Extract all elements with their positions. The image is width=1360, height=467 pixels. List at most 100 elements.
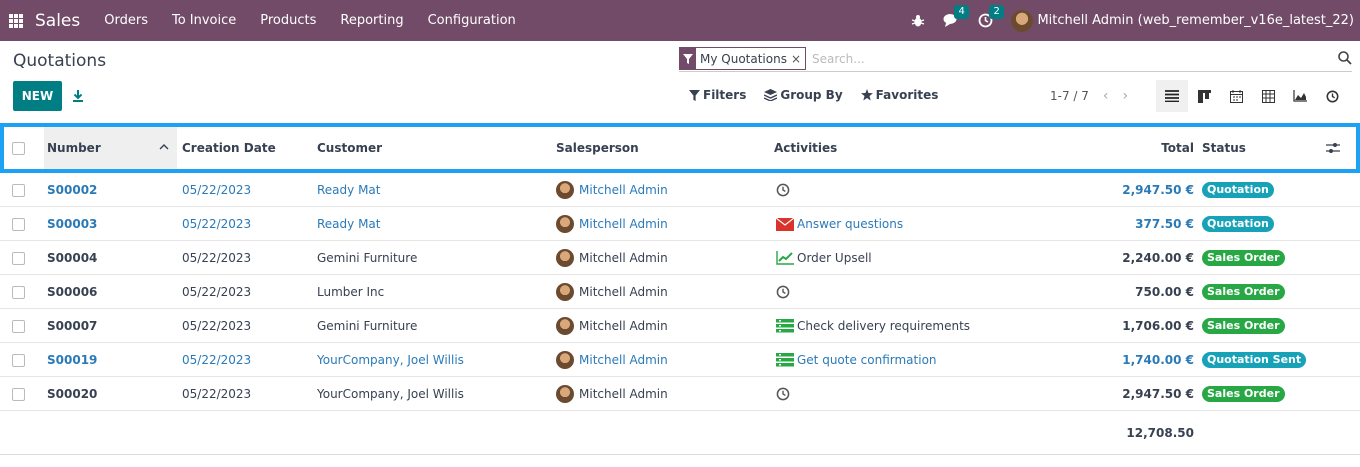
chart-line-icon[interactable] xyxy=(776,251,794,265)
status-badge: Sales Order xyxy=(1202,284,1285,300)
graph-view-button[interactable] xyxy=(1284,80,1316,112)
menu-reporting[interactable]: Reporting xyxy=(340,13,403,28)
activity-label: Order Upsell xyxy=(797,251,872,265)
row-checkbox[interactable] xyxy=(12,173,25,207)
salesperson-name: Mitchell Admin xyxy=(579,353,668,367)
new-button[interactable]: NEW xyxy=(13,81,62,111)
groupby-button[interactable]: Group By xyxy=(764,88,843,102)
clock-icon[interactable] xyxy=(776,387,790,401)
download-icon[interactable] xyxy=(70,88,86,104)
salesperson-name: Mitchell Admin xyxy=(579,251,668,265)
cell-activity[interactable]: Order Upsell xyxy=(776,241,872,275)
cell-activity[interactable]: Get quote confirmation xyxy=(776,343,937,377)
header-total[interactable]: Total xyxy=(1004,127,1194,169)
activity-view-button[interactable] xyxy=(1316,80,1348,112)
search-icon[interactable] xyxy=(1338,51,1352,69)
menu-configuration[interactable]: Configuration xyxy=(428,13,516,28)
table-row[interactable]: S00020 05/22/2023 YourCompany, Joel Willis… xyxy=(0,377,1360,411)
cell-status: Sales Order xyxy=(1202,309,1285,343)
row-checkbox[interactable] xyxy=(12,207,25,241)
list-view-button[interactable] xyxy=(1156,80,1188,112)
search-facet[interactable]: My Quotations × xyxy=(679,47,807,70)
clock-icon[interactable] xyxy=(776,183,790,197)
select-all-checkbox[interactable] xyxy=(12,127,25,169)
cell-number: S00020 xyxy=(47,387,98,401)
cell-date: 05/22/2023 xyxy=(182,217,252,231)
pivot-view-button[interactable] xyxy=(1252,80,1284,112)
row-checkbox[interactable] xyxy=(12,241,25,275)
row-checkbox[interactable] xyxy=(12,275,25,309)
facet-label: My Quotations xyxy=(700,51,787,66)
cell-total: 377.50 € xyxy=(1135,217,1194,231)
activities-icon[interactable]: 2 xyxy=(978,5,1004,28)
chevron-left-icon[interactable]: ‹ xyxy=(1103,88,1109,104)
chevron-right-icon[interactable]: › xyxy=(1123,88,1129,104)
cell-total: 2,947.50 € xyxy=(1122,387,1194,401)
user-avatar[interactable] xyxy=(1011,9,1034,32)
user-menu[interactable]: Mitchell Admin (web_remember_v16e_latest… xyxy=(1037,13,1354,28)
row-checkbox[interactable] xyxy=(12,309,25,343)
cell-activity[interactable]: Check delivery requirements xyxy=(776,309,970,343)
cell-number: S00007 xyxy=(47,319,98,333)
tasks-icon[interactable] xyxy=(776,319,794,333)
cell-total: 1,706.00 € xyxy=(1122,319,1194,333)
header-customer[interactable]: Customer xyxy=(317,127,382,169)
table-row[interactable]: S00003 05/22/2023 Ready Mat Mitchell Admin A… xyxy=(0,207,1360,241)
cell-total: 750.00 € xyxy=(1135,285,1194,299)
header-salesperson[interactable]: Salesperson xyxy=(556,127,639,169)
kanban-view-button[interactable] xyxy=(1188,80,1220,112)
app-name[interactable]: Sales xyxy=(35,11,80,31)
avatar xyxy=(556,181,574,199)
sort-up-icon xyxy=(159,144,169,150)
table-icon xyxy=(1261,89,1275,103)
filter-icon xyxy=(689,89,700,101)
cell-customer: Ready Mat xyxy=(317,183,381,197)
table-row[interactable]: S00002 05/22/2023 Ready Mat Mitchell Admin 2… xyxy=(0,173,1360,207)
cell-activity[interactable] xyxy=(776,275,793,309)
header-number[interactable]: Number xyxy=(44,127,177,169)
table-row[interactable]: S00004 05/22/2023 Gemini Furniture Mitchell… xyxy=(0,241,1360,275)
search-input[interactable] xyxy=(812,51,1313,66)
cell-activity[interactable]: Answer questions xyxy=(776,207,903,241)
cell-date: 05/22/2023 xyxy=(182,183,252,197)
cell-activity[interactable] xyxy=(776,173,793,207)
cell-status: Sales Order xyxy=(1202,377,1285,411)
row-checkbox[interactable] xyxy=(12,377,25,411)
status-badge: Quotation xyxy=(1202,182,1274,198)
facet-close-icon[interactable]: × xyxy=(791,48,805,69)
cell-date: 05/22/2023 xyxy=(182,285,252,299)
cell-activity[interactable] xyxy=(776,377,793,411)
row-checkbox[interactable] xyxy=(12,343,25,377)
cell-date: 05/22/2023 xyxy=(182,251,252,265)
header-activities[interactable]: Activities xyxy=(774,127,837,169)
page-title[interactable]: Quotations xyxy=(13,51,106,71)
messages-icon[interactable]: 4 xyxy=(943,5,969,28)
header-status[interactable]: Status xyxy=(1202,127,1246,169)
menu-orders[interactable]: Orders xyxy=(104,13,148,28)
table-row[interactable]: S00006 05/22/2023 Lumber Inc Mitchell Admin… xyxy=(0,275,1360,309)
clock-icon[interactable] xyxy=(776,285,790,299)
cell-status: Quotation xyxy=(1202,207,1274,241)
optional-columns-icon[interactable] xyxy=(1326,127,1340,169)
email-icon[interactable] xyxy=(776,217,794,231)
cell-total: 2,947.50 € xyxy=(1122,183,1194,197)
apps-menu-icon[interactable] xyxy=(9,13,23,28)
header-creation-date[interactable]: Creation Date xyxy=(182,127,276,169)
filters-button[interactable]: Filters xyxy=(689,88,746,102)
menu-products[interactable]: Products xyxy=(260,13,316,28)
filter-icon xyxy=(680,48,696,69)
debug-icon[interactable] xyxy=(911,14,925,28)
top-navbar: Sales Orders To Invoice Products Reporti… xyxy=(0,0,1360,41)
cell-status: Quotation Sent xyxy=(1202,343,1307,377)
favorites-button[interactable]: Favorites xyxy=(860,88,938,102)
table-row[interactable]: S00019 05/22/2023 YourCompany, Joel Willis… xyxy=(0,343,1360,377)
calendar-view-button[interactable] xyxy=(1220,80,1252,112)
tasks-icon[interactable] xyxy=(776,353,794,367)
activity-label: Answer questions xyxy=(797,217,904,231)
table-row[interactable]: S00007 05/22/2023 Gemini Furniture Mitchell… xyxy=(0,309,1360,343)
cell-salesperson: Mitchell Admin xyxy=(556,207,668,241)
cell-customer: YourCompany, Joel Willis xyxy=(317,353,464,367)
menu-to-invoice[interactable]: To Invoice xyxy=(172,13,236,28)
header-number-label: Number xyxy=(47,141,101,155)
pager-value[interactable]: 1-7 / 7 xyxy=(1050,89,1089,103)
